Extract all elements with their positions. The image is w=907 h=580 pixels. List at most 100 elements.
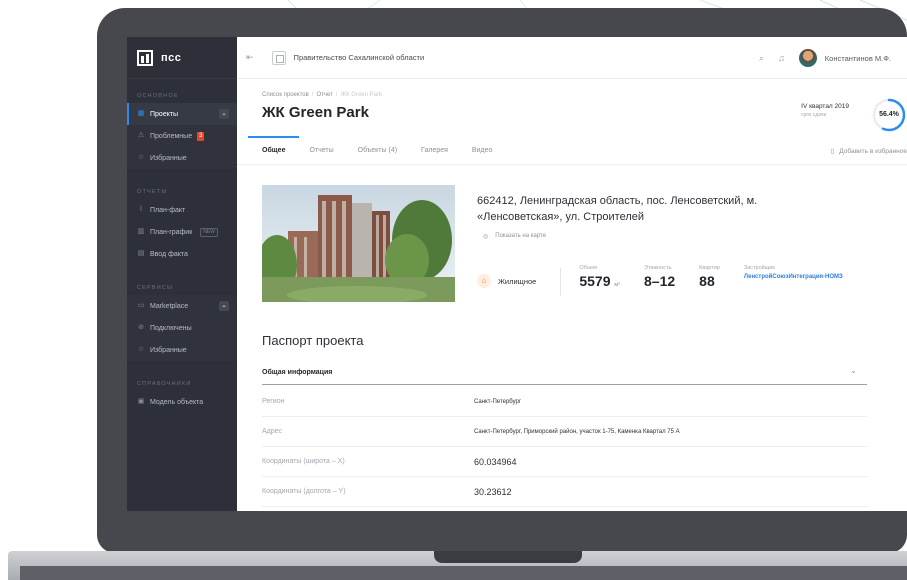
breadcrumb-item[interactable]: Отчет: [316, 92, 332, 98]
sidebar-item-connected[interactable]: ⊘ Подключены: [127, 317, 237, 339]
passport-value: 60.034964: [474, 456, 517, 467]
user-name[interactable]: Константинов М.Ф.: [825, 54, 891, 63]
project-photo[interactable]: [262, 185, 455, 302]
stat-label: Объем: [579, 265, 597, 271]
tab-bar: Общее Отчеты Объекты (4) Галерея Видео ▯…: [237, 135, 907, 165]
sidebar-item-label: Проблемные: [150, 132, 193, 140]
logo-icon: [137, 49, 153, 66]
stat-unit: м²: [614, 282, 621, 288]
stat-volume: Объем 5579 м²: [579, 265, 620, 289]
tab-objects[interactable]: Объекты (4): [358, 137, 397, 165]
sidebar-item-planfact[interactable]: ⌇ План-факт: [127, 199, 237, 221]
sidebar-item-label: Проекты: [150, 110, 179, 118]
stat-value: 88: [699, 273, 715, 289]
chevron-down-icon[interactable]: ⌄: [219, 301, 229, 311]
sidebar-item-marketplace[interactable]: ▭ Marketplace ⌄: [127, 295, 237, 317]
sidebar-item-favorites[interactable]: ☆ Избранные: [127, 147, 237, 169]
deadline-label: срок сдачи: [801, 112, 827, 118]
chevron-down-icon[interactable]: ⌄: [219, 109, 229, 119]
avatar[interactable]: [798, 49, 817, 67]
organization-name[interactable]: Правительство Сахалинской области: [294, 53, 425, 62]
accordion-general-info[interactable]: Общая информация ⌄: [262, 361, 867, 385]
sidebar-item-objmodel[interactable]: ▣ Модель объекта: [127, 391, 237, 413]
sidebar-item-plangraph[interactable]: ▥ План-график NEW: [127, 221, 237, 243]
developer-link[interactable]: ЛенстройСоюзИнтеграция-НОМЗ: [744, 274, 849, 281]
progress-value: 56.4%: [879, 111, 899, 118]
passport-value: Санкт-Петербург: [474, 398, 522, 405]
stage: псс ОСНОВНОЕ ▦ Проекты ⌄ ⚠ Проблемные 3 …: [0, 0, 907, 580]
passport-key: Регион: [262, 398, 285, 405]
store-icon: ▭: [137, 302, 145, 309]
breadcrumb-separator: /: [311, 92, 314, 98]
stat-label: Этажность: [644, 265, 672, 271]
stat-apartments: Квартир 88: [699, 265, 720, 289]
bookmark-icon: ▯: [830, 148, 835, 155]
tab-video[interactable]: Видео: [472, 137, 492, 165]
sidebar-item-label: Избранные: [150, 346, 187, 354]
breadcrumb-separator: /: [335, 92, 338, 98]
section-title-references: СПРАВОЧНИКИ: [137, 381, 192, 387]
warning-icon: ⚠: [137, 132, 145, 139]
sidebar-item-factinput[interactable]: ▤ Ввод факта: [127, 243, 237, 265]
passport-row: Регион Санкт-Петербург: [262, 387, 867, 417]
topbar: ⇤ Правительство Сахалинской области ⌕ ♫ …: [237, 37, 907, 79]
topbar-actions: ⌕ ♫ Константинов М.Ф.: [759, 37, 891, 79]
chevron-down-icon[interactable]: ⌄: [850, 366, 857, 375]
screen: псс ОСНОВНОЕ ▦ Проекты ⌄ ⚠ Проблемные 3 …: [127, 37, 907, 511]
accordion-title: Общая информация: [262, 369, 333, 376]
grid-icon: ▦: [137, 110, 145, 117]
stat-floors: Этажность 8–12: [644, 265, 675, 289]
sidebar-item-problem[interactable]: ⚠ Проблемные 3: [127, 125, 237, 147]
model-icon: ▣: [137, 398, 145, 405]
laptop-base-shadow: [20, 566, 907, 580]
tab-gallery[interactable]: Галерея: [421, 137, 448, 165]
project-type: Жилищное: [498, 277, 537, 286]
sidebar-item-label: Избранные: [150, 154, 187, 162]
line-chart-icon: ⌇: [139, 206, 143, 213]
breadcrumb-current: ЖК Green Park: [340, 92, 382, 98]
laptop-notch: [434, 551, 582, 563]
deadline-info: IV квартал 2019 срок сдачи: [801, 103, 849, 118]
location-pin-icon: ◎: [483, 234, 489, 240]
stat-value: 5579: [579, 273, 611, 289]
sidebar-item-label: Ввод факта: [150, 250, 188, 258]
tab-general[interactable]: Общее: [247, 135, 301, 165]
sidebar-item-projects[interactable]: ▦ Проекты ⌄: [127, 103, 237, 125]
add-favorite-label: Добавить в избранное: [839, 147, 907, 155]
sidebar-item-label: Модель объекта: [150, 398, 204, 406]
collapse-sidebar-icon[interactable]: ⇤: [246, 52, 254, 63]
passport-key: Координаты (долгота – Y): [262, 488, 346, 495]
passport-key: Адрес: [262, 428, 283, 435]
main-content: ⇤ Правительство Сахалинской области ⌕ ♫ …: [237, 37, 907, 511]
sidebar-item-label: План-график: [150, 228, 193, 236]
section-title-reports: ОТЧЕТЫ: [137, 189, 168, 195]
search-icon[interactable]: ⌕: [759, 53, 764, 64]
divider: [560, 268, 562, 296]
logo[interactable]: псс: [127, 37, 237, 79]
sidebar-item-favorites-services[interactable]: ☆ Избранные: [127, 339, 237, 361]
stat-label: Квартир: [699, 265, 720, 271]
bell-icon[interactable]: ♫: [778, 53, 785, 63]
progress-ring: 56.4%: [871, 97, 907, 133]
project-address: 662412, Ленинградская область, пос. Ленс…: [477, 195, 758, 223]
tab-reports[interactable]: Отчеты: [309, 137, 333, 165]
show-map-label: Показать на карте: [495, 233, 547, 239]
deadline-quarter: IV квартал 2019: [801, 103, 849, 110]
new-badge: NEW: [200, 227, 218, 237]
building-render-image: [262, 185, 455, 302]
passport-value: Санкт-Петербург, Приморский район, участ…: [474, 428, 680, 435]
bar-chart-icon: ▥: [137, 228, 145, 235]
passport-row: Координаты (широта – X) 60.034964: [262, 447, 867, 477]
add-favorite-button[interactable]: ▯ Добавить в избранное: [831, 137, 907, 165]
passport-row: Адрес Санкт-Петербург, Приморский район,…: [262, 417, 867, 447]
passport-title: Паспорт проекта: [262, 333, 364, 348]
sidebar-item-label: План-факт: [150, 206, 186, 214]
link-icon: ⊘: [138, 324, 144, 331]
stat-developer: Застройщик ЛенстройСоюзИнтеграция-НОМЗ: [744, 265, 849, 281]
logo-text: псс: [161, 51, 182, 64]
show-map-link[interactable]: ◎ Показать на карте: [483, 233, 546, 240]
breadcrumb: Список проектов / Отчет / ЖК Green Park: [262, 92, 907, 98]
page-header: Список проектов / Отчет / ЖК Green Park …: [237, 79, 907, 137]
input-icon: ▤: [137, 250, 145, 257]
breadcrumb-item[interactable]: Список проектов: [262, 92, 309, 98]
